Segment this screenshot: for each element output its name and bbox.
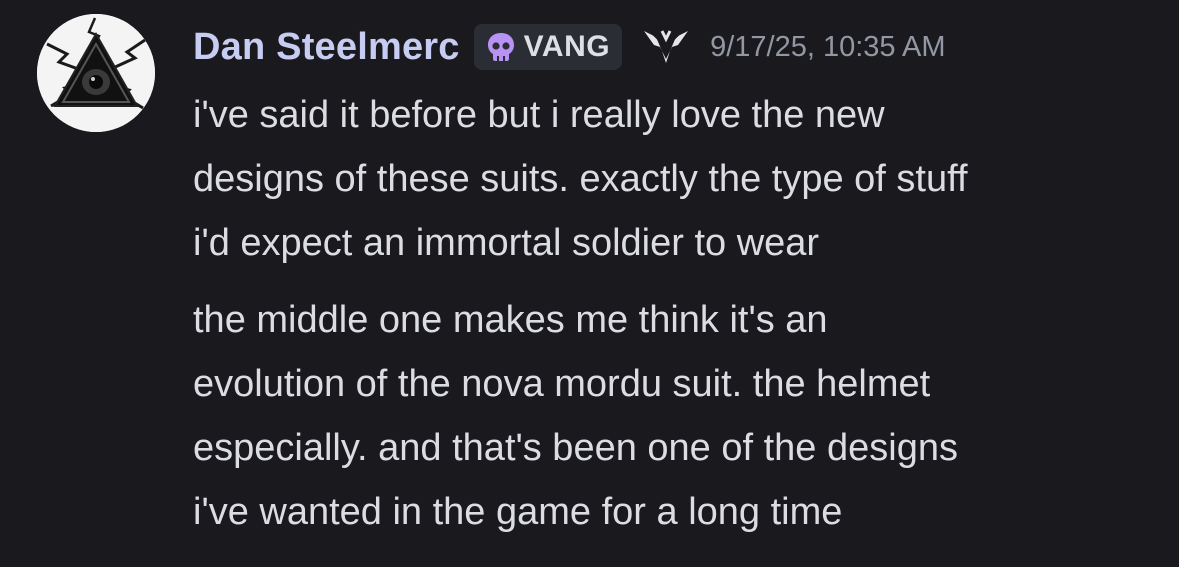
message-line: the middle one makes me think it's an bbox=[193, 299, 828, 341]
message-header: Dan Steelmerc VANG 9/17/25, 10:35 AM bbox=[193, 22, 945, 72]
guild-tag[interactable]: VANG bbox=[473, 24, 623, 70]
chat-message: Dan Steelmerc VANG 9/17/25, 10:35 AM i'v… bbox=[0, 0, 1179, 567]
message-line: i've said it before but i really love th… bbox=[193, 94, 885, 136]
guild-tag-label: VANG bbox=[523, 30, 611, 63]
timestamp[interactable]: 9/17/25, 10:35 AM bbox=[710, 31, 945, 64]
message-line: especially. and that's been one of the d… bbox=[193, 427, 958, 469]
message-line: i'd expect an immortal soldier to wear bbox=[193, 222, 820, 264]
avatar[interactable] bbox=[37, 14, 155, 132]
winged-emblem-icon[interactable] bbox=[642, 27, 690, 67]
message-paragraph: i've said it before but i really love th… bbox=[193, 83, 1173, 275]
message-line: i've wanted in the game for a long time bbox=[193, 491, 843, 533]
message-line: designs of these suits. exactly the type… bbox=[193, 158, 968, 200]
message-paragraph: the middle one makes me think it's an ev… bbox=[193, 288, 1173, 544]
message-line: evolution of the nova mordu suit. the he… bbox=[193, 363, 931, 405]
message-content: i've said it before but i really love th… bbox=[193, 83, 1173, 544]
eye-triangle-icon bbox=[37, 14, 155, 132]
skull-icon bbox=[487, 33, 514, 61]
username[interactable]: Dan Steelmerc bbox=[193, 26, 460, 69]
